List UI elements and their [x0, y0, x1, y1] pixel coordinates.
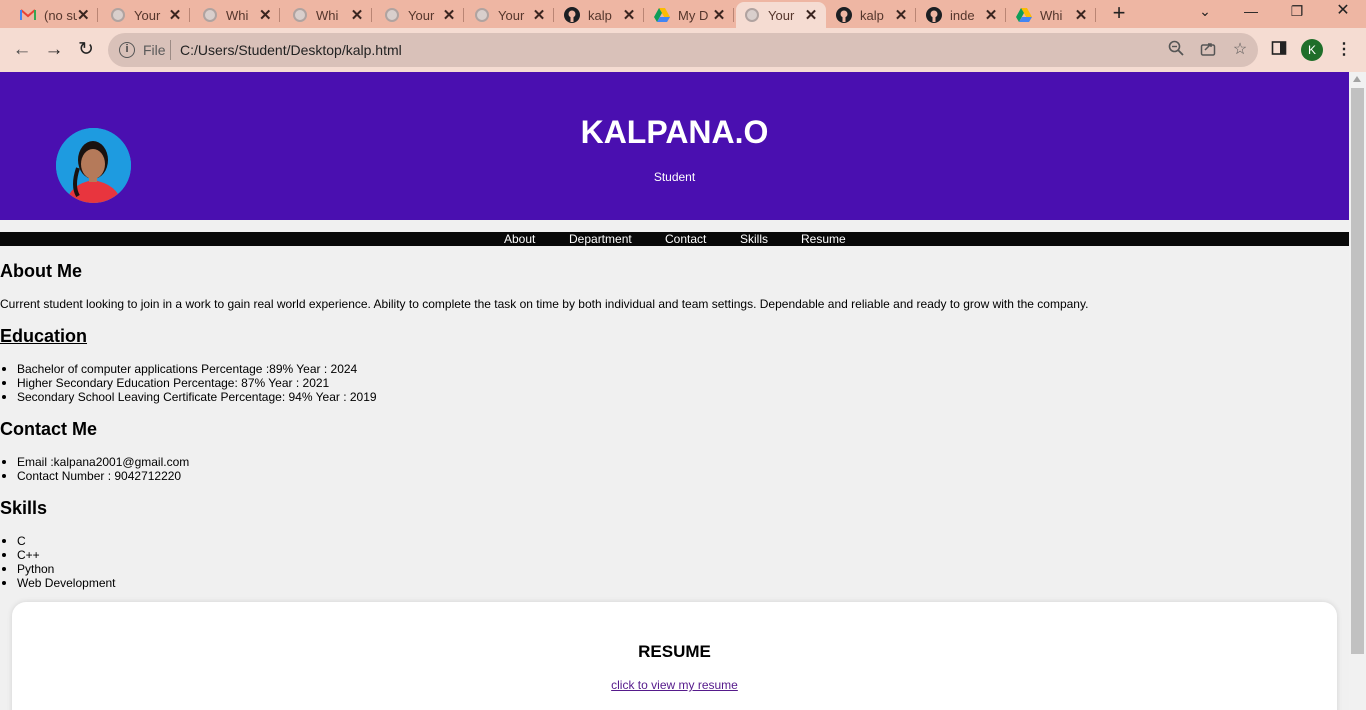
skills-list: C C++ Python Web Development — [0, 534, 116, 590]
close-tab-icon[interactable]: ✕ — [442, 6, 456, 24]
browser-tab[interactable]: kalp ✕ — [556, 2, 644, 28]
close-tab-icon[interactable]: ✕ — [984, 6, 998, 24]
tab-title: kalp — [588, 7, 612, 23]
scrollbar-thumb[interactable] — [1351, 88, 1364, 654]
profile-name: KALPANA.O — [580, 114, 769, 150]
minimize-icon[interactable]: — — [1228, 0, 1274, 24]
info-icon[interactable]: i — [119, 42, 135, 58]
menu-kebab-icon[interactable]: ⋮ — [1334, 40, 1354, 60]
address-url[interactable]: C:/Users/Student/Desktop/kalp.html — [180, 42, 402, 58]
education-list: Bachelor of computer applications Percen… — [0, 362, 377, 404]
nav-link-about[interactable]: About — [504, 232, 535, 246]
scheme-label: File — [143, 42, 166, 58]
tab-title: inde — [950, 7, 975, 23]
globe-icon — [384, 7, 400, 23]
close-tab-icon[interactable]: ✕ — [622, 6, 636, 24]
close-tab-icon[interactable]: ✕ — [1074, 6, 1088, 24]
tab-title: Whi — [226, 7, 249, 23]
restore-icon[interactable]: ❐ — [1274, 0, 1320, 24]
list-item: Higher Secondary Education Percentage: 8… — [0, 376, 377, 390]
tab-search-chevron-icon[interactable]: ⌄ — [1182, 0, 1228, 24]
tab-title: Your — [408, 7, 435, 23]
address-divider — [170, 40, 171, 60]
nav-link-resume[interactable]: Resume — [801, 232, 846, 246]
close-tab-icon[interactable]: ✕ — [168, 6, 182, 24]
close-tab-icon[interactable]: ✕ — [894, 6, 908, 24]
browser-tab[interactable]: (no subject) ✕ — [12, 2, 98, 28]
browser-tab[interactable]: inde ✕ — [918, 2, 1006, 28]
close-tab-icon[interactable]: ✕ — [77, 6, 90, 24]
nav-link-skills[interactable]: Skills — [740, 232, 768, 246]
close-tab-icon[interactable]: ✕ — [350, 6, 364, 24]
zoom-icon[interactable] — [1166, 40, 1186, 60]
side-panel-icon[interactable] — [1269, 40, 1289, 60]
about-text: Current student looking to join in a wor… — [0, 297, 1089, 311]
resume-heading: RESUME — [638, 642, 711, 661]
browser-tab[interactable]: Your ✕ — [102, 2, 190, 28]
github-icon — [836, 7, 852, 23]
tab-title: Your — [768, 7, 795, 23]
globe-icon — [474, 7, 490, 23]
tab-title: Your — [134, 7, 161, 23]
back-arrow-icon[interactable]: ← — [10, 38, 34, 62]
tab-strip: (no subject) ✕ Your ✕ Whi ✕ Whi ✕ Your ✕… — [0, 0, 1366, 28]
profile-avatar[interactable]: K — [1301, 39, 1323, 61]
list-item: Secondary School Leaving Certificate Per… — [0, 390, 377, 404]
share-icon[interactable] — [1198, 40, 1218, 60]
browser-tab[interactable]: Whi ✕ — [194, 2, 280, 28]
list-item: Contact Number : 9042712220 — [0, 469, 189, 483]
browser-tab-active[interactable]: Your ✕ — [736, 2, 826, 28]
close-window-icon[interactable]: ✕ — [1320, 0, 1366, 24]
tab-title: My D — [678, 7, 709, 23]
drive-icon — [1016, 7, 1032, 23]
github-icon — [926, 7, 942, 23]
nav-link-contact[interactable]: Contact — [665, 232, 706, 246]
browser-tab[interactable]: My D ✕ — [646, 2, 734, 28]
education-heading: Education — [0, 326, 88, 346]
globe-icon — [110, 7, 126, 23]
profile-role: Student — [653, 170, 696, 184]
profile-header: KALPANA.O Student — [0, 72, 1349, 220]
skills-heading: Skills — [0, 498, 48, 518]
close-tab-icon[interactable]: ✕ — [532, 6, 546, 24]
close-tab-icon[interactable]: ✕ — [712, 6, 726, 24]
new-tab-plus-icon[interactable]: + — [1109, 2, 1129, 26]
close-tab-icon[interactable]: ✕ — [804, 6, 818, 24]
list-item: Bachelor of computer applications Percen… — [0, 362, 377, 376]
resume-link[interactable]: click to view my resume — [12, 678, 1337, 692]
tab-title: (no subject) — [44, 7, 77, 23]
browser-tab[interactable]: Whi ✕ — [284, 2, 372, 28]
reload-icon[interactable]: ↻ — [74, 38, 98, 62]
scroll-up-arrow-icon[interactable] — [1353, 76, 1361, 82]
page-viewport: KALPANA.O Student About Department Conta… — [0, 72, 1349, 710]
nav-bar: About Department Contact Skills Resume — [0, 232, 1349, 246]
browser-tab[interactable]: Your ✕ — [466, 2, 554, 28]
github-icon — [564, 7, 580, 23]
globe-icon — [202, 7, 218, 23]
gmail-icon — [20, 7, 36, 23]
browser-tab[interactable]: Whi ✕ — [1008, 2, 1096, 28]
list-item: Python — [0, 562, 116, 576]
globe-icon — [292, 7, 308, 23]
contact-list: Email :kalpana2001@gmail.com Contact Num… — [0, 455, 189, 483]
close-tab-icon[interactable]: ✕ — [259, 6, 272, 24]
tab-title: Whi — [1040, 7, 1063, 23]
tab-title: Your — [498, 7, 525, 23]
contact-heading: Contact Me — [0, 419, 98, 439]
globe-icon — [744, 7, 760, 23]
browser-tab[interactable]: Your ✕ — [376, 2, 464, 28]
list-item: Email :kalpana2001@gmail.com — [0, 455, 189, 469]
tab-title: kalp — [860, 7, 884, 23]
bookmark-star-icon[interactable]: ☆ — [1230, 40, 1250, 60]
list-item: Web Development — [0, 576, 116, 590]
browser-tab[interactable]: kalp ✕ — [828, 2, 916, 28]
nav-link-department[interactable]: Department — [569, 232, 632, 246]
list-item: C — [0, 534, 116, 548]
forward-arrow-icon[interactable]: → — [42, 38, 66, 62]
tab-title: Whi — [316, 7, 339, 23]
resume-card: RESUME click to view my resume — [12, 602, 1337, 710]
drive-icon — [654, 7, 670, 23]
list-item: C++ — [0, 548, 116, 562]
about-heading: About Me — [0, 261, 82, 281]
